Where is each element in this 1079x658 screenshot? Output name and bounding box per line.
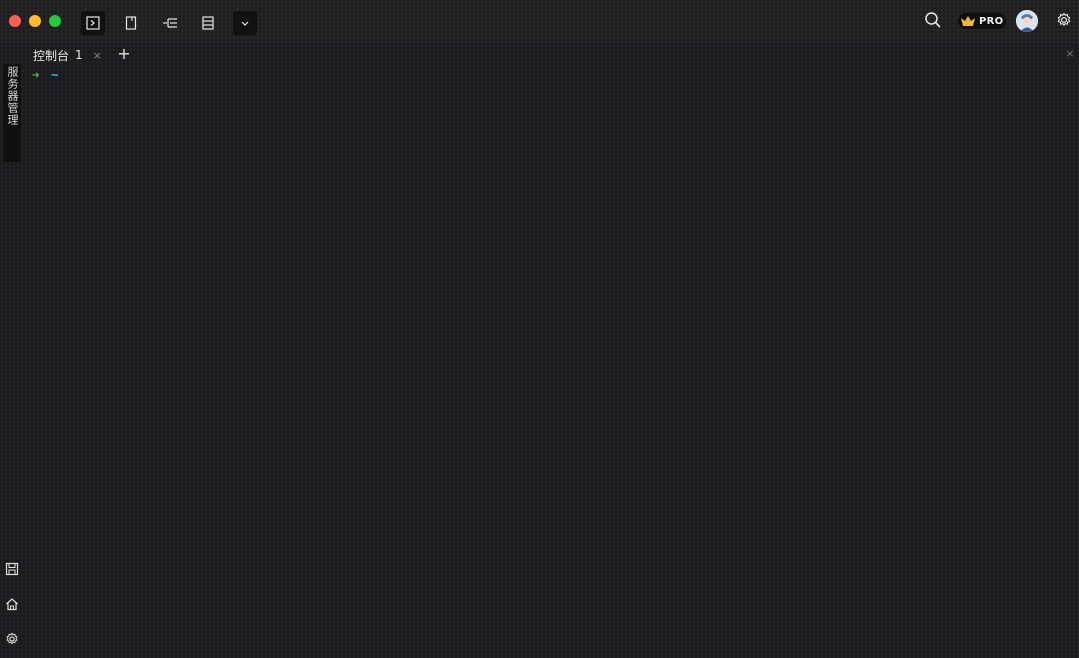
more-dropdown-button[interactable] (233, 11, 257, 35)
prompt-arrow: ➜ (32, 68, 40, 82)
home-icon[interactable] (5, 597, 19, 611)
list-icon (202, 16, 214, 30)
avatar[interactable] (1016, 10, 1038, 32)
gear-icon (1057, 12, 1071, 27)
terminal-button[interactable] (81, 11, 105, 35)
save-icon[interactable] (5, 562, 19, 576)
search-button[interactable] (924, 11, 942, 29)
window-minimize-button[interactable] (29, 15, 41, 27)
terminal-output[interactable]: ➜ ~ (24, 66, 1079, 658)
tab-console-1[interactable]: 控制台 1 × (24, 44, 110, 66)
tree-icon (163, 18, 177, 28)
add-tab-button[interactable]: + (116, 46, 132, 62)
window-maximize-button[interactable] (49, 15, 61, 27)
crown-icon (961, 16, 975, 26)
server-manager-label: 服务器管理 (6, 66, 19, 126)
title-bar: PRO (0, 0, 1079, 44)
chevron-down-icon (241, 21, 249, 26)
app-window: PRO 服务器管理 控制台 1 × + × ➜ ~ (0, 0, 1079, 658)
settings-button[interactable] (1056, 12, 1072, 28)
window-close-button[interactable] (9, 15, 21, 27)
pro-label: PRO (979, 15, 1004, 27)
panel-close-icon[interactable]: × (1064, 48, 1076, 60)
tree-button[interactable] (158, 11, 182, 35)
file-icon (125, 16, 137, 30)
list-button[interactable] (196, 11, 220, 35)
search-icon (925, 12, 941, 28)
terminal-tab-bar: 控制台 1 × + (24, 44, 1079, 66)
terminal-icon (86, 16, 100, 30)
user-avatar-icon (1016, 10, 1038, 32)
prompt-directory: ~ (51, 68, 59, 82)
left-sidebar: 服务器管理 (0, 44, 24, 658)
prompt-line: ➜ ~ (32, 68, 58, 82)
file-button[interactable] (119, 11, 143, 35)
gear-icon[interactable] (5, 632, 19, 646)
tab-close-icon[interactable]: × (93, 49, 102, 62)
pro-badge[interactable]: PRO (958, 13, 1006, 29)
tab-label: 控制台 (33, 48, 70, 63)
tab-number: 1 (75, 48, 83, 62)
